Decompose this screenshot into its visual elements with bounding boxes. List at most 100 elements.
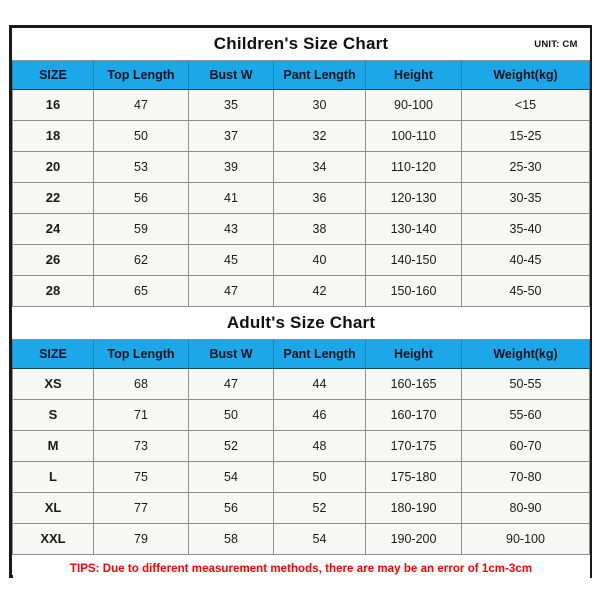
cell-size: 20 [12,151,94,183]
cell-bust-w: 52 [188,430,274,462]
cell-weight: 60-70 [460,430,591,462]
unit-label: UNIT: CM [534,39,578,50]
children-chart-title: Children's Size Chart [213,34,389,53]
cell-top-length: 56 [93,182,189,214]
cell-height: 190-200 [365,523,462,555]
table-row: XL 77 56 52 180-190 80-90 [12,492,591,524]
table-row: 26 62 45 40 140-150 40-45 [12,244,591,276]
table-row: 24 59 43 38 130-140 35-40 [12,213,591,245]
cell-weight: 40-45 [460,244,591,276]
cell-pant-length: 30 [273,89,366,121]
cell-bust-w: 50 [188,399,274,431]
cell-weight: 55-60 [460,399,591,431]
cell-bust-w: 47 [188,368,274,400]
cell-pant-length: 42 [273,275,366,307]
adult-header-size: SIZE [12,339,94,369]
cell-weight: 30-35 [460,182,591,214]
cell-top-length: 65 [93,275,189,307]
cell-height: 110-120 [365,151,462,183]
cell-height: 170-175 [365,430,462,462]
cell-top-length: 47 [93,89,189,121]
cell-bust-w: 47 [188,275,274,307]
children-table-body: Children's Size Chart UNIT: CM SIZE Top … [12,28,591,307]
adult-header-height: Height [365,339,462,369]
adult-header-weight: Weight(kg) [460,339,591,369]
cell-size: 24 [12,213,94,245]
adult-header-bust-w: Bust W [188,339,274,369]
cell-pant-length: 50 [273,461,366,493]
cell-top-length: 68 [93,368,189,400]
cell-pant-length: 34 [273,151,366,183]
table-row: 20 53 39 34 110-120 25-30 [12,151,591,183]
adult-table-body: Adult's Size Chart SIZE Top Length Bust … [12,307,591,584]
cell-top-length: 53 [93,151,189,183]
adult-title-cell: Adult's Size Chart [12,307,590,340]
cell-bust-w: 58 [188,523,274,555]
adult-size-table: Adult's Size Chart SIZE Top Length Bust … [12,307,591,584]
cell-top-length: 73 [93,430,189,462]
cell-height: 160-165 [365,368,462,400]
cell-pant-length: 46 [273,399,366,431]
cell-bust-w: 35 [188,89,274,121]
table-row: 22 56 41 36 120-130 30-35 [12,182,591,214]
cell-bust-w: 56 [188,492,274,524]
adult-header-pant-length: Pant Length [273,339,366,369]
table-row: L 75 54 50 175-180 70-80 [12,461,591,493]
cell-size: XS [12,368,94,400]
table-row: 28 65 47 42 150-160 45-50 [12,275,591,307]
cell-pant-length: 32 [273,120,366,152]
cell-top-length: 77 [93,492,189,524]
cell-height: 160-170 [365,399,462,431]
cell-size: M [12,430,94,462]
children-size-table: Children's Size Chart UNIT: CM SIZE Top … [12,28,591,307]
children-header-size: SIZE [12,60,94,90]
cell-size: XL [12,492,94,524]
children-header-bust-w: Bust W [188,60,274,90]
size-chart-frame: Children's Size Chart UNIT: CM SIZE Top … [9,25,592,584]
adult-header-row: SIZE Top Length Bust W Pant Length Heigh… [12,339,591,369]
adult-title-row: Adult's Size Chart [12,307,590,340]
table-row: 16 47 35 30 90-100 <15 [12,89,591,121]
tips-row: TIPS: Due to different measurement metho… [12,554,590,584]
cell-bust-w: 41 [188,182,274,214]
cell-weight: 70-80 [460,461,591,493]
children-header-height: Height [365,60,462,90]
cell-top-length: 62 [93,244,189,276]
children-header-row: SIZE Top Length Bust W Pant Length Heigh… [12,60,591,90]
cell-top-length: 75 [93,461,189,493]
cell-size: XXL [12,523,94,555]
table-row: M 73 52 48 170-175 60-70 [12,430,591,462]
cell-weight: 15-25 [460,120,591,152]
cell-height: 90-100 [365,89,462,121]
cell-pant-length: 44 [273,368,366,400]
cell-pant-length: 40 [273,244,366,276]
cell-size: 18 [12,120,94,152]
cell-pant-length: 36 [273,182,366,214]
cell-top-length: 59 [93,213,189,245]
tips-text: TIPS: Due to different measurement metho… [12,554,590,584]
cell-weight: 25-30 [460,151,591,183]
cell-pant-length: 52 [273,492,366,524]
cell-pant-length: 54 [273,523,366,555]
cell-bust-w: 39 [188,151,274,183]
cell-bust-w: 54 [188,461,274,493]
cell-height: 130-140 [365,213,462,245]
cell-weight: 45-50 [460,275,591,307]
cell-size: L [12,461,94,493]
cell-weight: 50-55 [460,368,591,400]
children-header-top-length: Top Length [93,60,189,90]
cell-bust-w: 45 [188,244,274,276]
adult-chart-title: Adult's Size Chart [226,313,376,332]
cell-weight: 90-100 [460,523,591,555]
cell-height: 150-160 [365,275,462,307]
table-row: 18 50 37 32 100-110 15-25 [12,120,591,152]
children-title-row: Children's Size Chart UNIT: CM [12,28,590,61]
cell-size: 16 [12,89,94,121]
cell-pant-length: 38 [273,213,366,245]
cell-top-length: 71 [93,399,189,431]
cell-size: 26 [12,244,94,276]
cell-size: 28 [12,275,94,307]
cell-bust-w: 43 [188,213,274,245]
cell-size: 22 [12,182,94,214]
children-header-weight: Weight(kg) [460,60,591,90]
